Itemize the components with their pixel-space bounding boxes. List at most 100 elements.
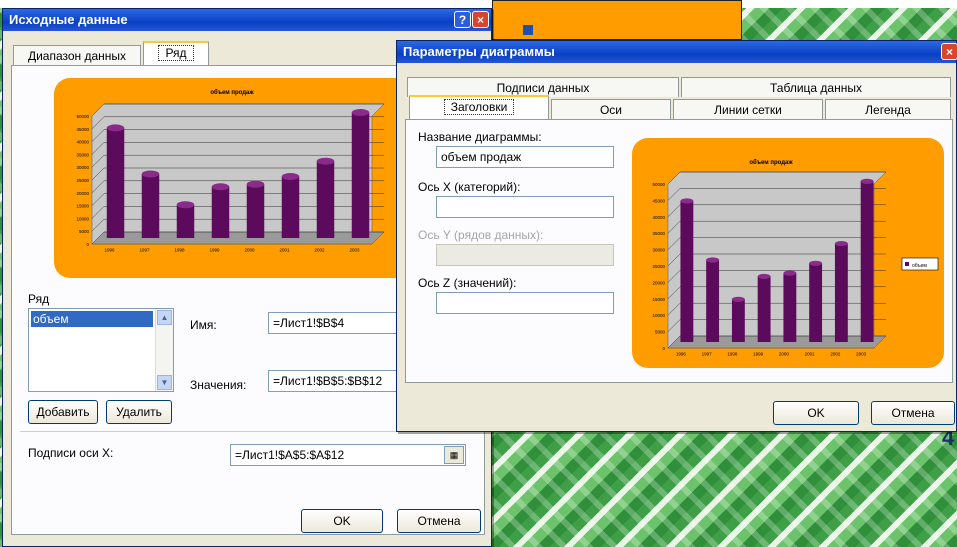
- x-tick-label: 1998: [727, 352, 738, 357]
- y-tick-label: 0: [662, 346, 665, 351]
- chart-title: объем продаж: [749, 159, 793, 166]
- params-cancel-button[interactable]: Отмена: [871, 401, 955, 425]
- tab-gridlines[interactable]: Линии сетки: [673, 99, 823, 119]
- scroll-down-icon[interactable]: ▼: [157, 375, 172, 390]
- bar: [860, 181, 874, 342]
- y-tick-label: 25000: [652, 264, 665, 269]
- bar: [211, 186, 230, 238]
- x-tick-label: 2001: [805, 352, 816, 357]
- x-tick-label: 2001: [279, 248, 290, 253]
- bar: [706, 260, 720, 342]
- bar-top: [141, 170, 160, 178]
- axis-y-label: Ось Y (рядов данных):: [418, 228, 544, 242]
- tab-data-labels[interactable]: Подписи данных: [407, 77, 679, 97]
- preview-chart-2: объем продаж 0 5000 10000 15000 20000 25000 300…: [652, 159, 939, 357]
- y-tick-label: 25000: [76, 178, 89, 183]
- add-series-button[interactable]: Добавить: [28, 400, 98, 424]
- preview-chart-area: объем продаж 0 5000 10000 15000 20000 25000 300…: [54, 78, 414, 278]
- y-tick-label: 30000: [652, 248, 665, 253]
- x-labels-label: Подписи оси X:: [28, 446, 114, 460]
- source-dialog-title: Исходные данные: [9, 12, 128, 27]
- axis-z-field[interactable]: [436, 292, 614, 314]
- plot-floor: [91, 231, 385, 245]
- help-icon[interactable]: ?: [454, 11, 471, 28]
- background-chart-fragment: [492, 0, 742, 40]
- series-listbox[interactable]: объем ▲ ▼: [28, 308, 174, 392]
- source-ok-button[interactable]: OK: [301, 509, 383, 533]
- y-tick-label: 10000: [76, 216, 89, 221]
- tab-legend[interactable]: Легенда: [825, 99, 951, 119]
- y-tick-label: 50000: [76, 114, 89, 119]
- plot-wall: [91, 103, 385, 245]
- plot-floor: [667, 335, 887, 349]
- bar: [106, 127, 125, 238]
- y-tick-label: 5000: [655, 330, 666, 335]
- bar-top: [246, 180, 265, 188]
- axis-x-field[interactable]: [436, 196, 614, 218]
- x-tick-label: 1998: [174, 248, 185, 253]
- y-tick-label: 5000: [79, 229, 90, 234]
- bar: [809, 263, 823, 342]
- bar-top: [351, 109, 370, 117]
- bar: [834, 243, 848, 342]
- tab-series[interactable]: Ряд: [143, 41, 209, 65]
- close-icon[interactable]: ×: [472, 11, 489, 28]
- y-tick-label: 15000: [652, 297, 665, 302]
- remove-series-button[interactable]: Удалить: [106, 400, 172, 424]
- chart-title-label: Название диаграммы:: [418, 130, 542, 144]
- tab-data-table[interactable]: Таблица данных: [681, 77, 951, 97]
- x-tick-label: 1997: [702, 352, 713, 357]
- y-tick-label: 20000: [652, 280, 665, 285]
- preview-chart: объем продаж 0 5000 10000 15000 20000 25000 300…: [76, 89, 385, 253]
- tab-axes[interactable]: Оси: [551, 99, 671, 119]
- bar: [351, 112, 370, 238]
- bar: [176, 204, 195, 238]
- axis-z-label: Ось Z (значений):: [418, 276, 517, 290]
- close-icon[interactable]: ×: [941, 43, 957, 60]
- source-cancel-button[interactable]: Отмена: [397, 509, 481, 533]
- bar-top: [783, 270, 797, 276]
- x-tick-label: 2000: [244, 248, 255, 253]
- axis-x-label: Ось X (категорий):: [418, 180, 521, 194]
- tab-data-range[interactable]: Диапазон данных: [13, 45, 141, 65]
- background-strip: [0, 0, 957, 8]
- x-tick-label: 1999: [753, 352, 764, 357]
- series-list-item[interactable]: объем: [31, 311, 153, 327]
- y-tick-label: 35000: [76, 152, 89, 157]
- y-tick-label: 40000: [652, 215, 665, 220]
- x-tick-label: 1997: [139, 248, 150, 253]
- tab-titles[interactable]: Заголовки: [409, 95, 549, 119]
- y-tick-label: 50000: [652, 182, 665, 187]
- legend-label: объем: [912, 263, 927, 269]
- chart-title: объем продаж: [210, 89, 254, 96]
- series-scrollbar[interactable]: ▲ ▼: [155, 309, 173, 391]
- chart-options-dialog: Параметры диаграммы × Подписи данных Таб…: [396, 40, 957, 432]
- bar-top: [757, 273, 771, 279]
- params-ok-button[interactable]: OK: [773, 401, 859, 425]
- bar: [680, 200, 694, 342]
- bar-top: [834, 241, 848, 247]
- bar-top: [211, 183, 230, 191]
- y-tick-label: 0: [86, 242, 89, 247]
- x-labels-field[interactable]: =Лист1!$A$5:$A$12: [230, 444, 466, 466]
- legend-swatch: [905, 262, 909, 266]
- bar-top: [860, 178, 874, 184]
- bar-top: [731, 296, 745, 302]
- bar: [281, 176, 300, 238]
- axis-y-field: [436, 244, 614, 266]
- y-tick-label: 40000: [76, 140, 89, 145]
- y-tick-label: 45000: [652, 198, 665, 203]
- bar-top: [106, 124, 125, 132]
- bar-top: [706, 257, 720, 263]
- chart-title-field[interactable]: объем продаж: [436, 146, 614, 168]
- x-tick-label: 2000: [779, 352, 790, 357]
- params-dialog-title: Параметры диаграммы: [403, 44, 555, 59]
- bar: [731, 299, 745, 342]
- scroll-up-icon[interactable]: ▲: [157, 310, 172, 325]
- range-select-icon[interactable]: ▦: [444, 446, 464, 464]
- y-tick-label: 15000: [76, 204, 89, 209]
- bar: [316, 161, 335, 238]
- bar-top: [281, 173, 300, 181]
- bar-top: [809, 260, 823, 266]
- bar: [141, 174, 160, 238]
